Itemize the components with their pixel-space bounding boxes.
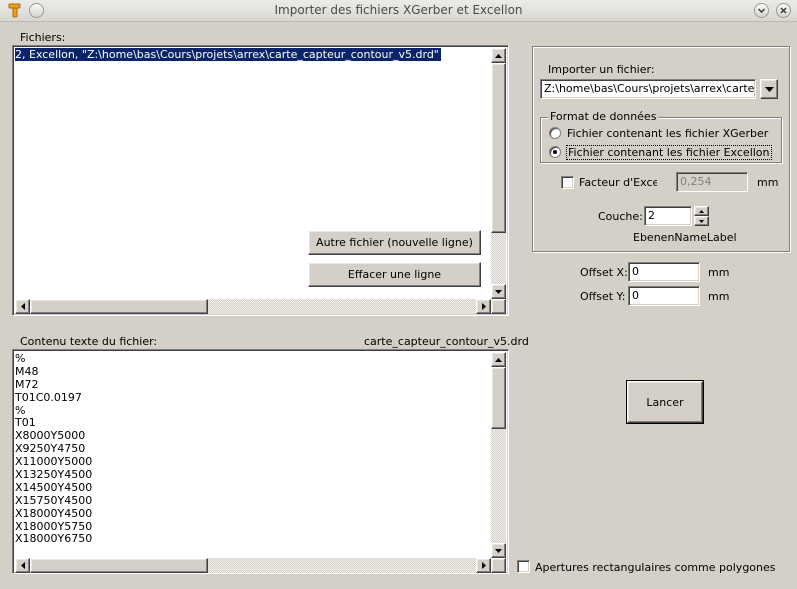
chevron-down-icon <box>758 8 765 13</box>
close-icon <box>780 7 787 14</box>
arrow-right-icon <box>481 562 486 569</box>
content-label: Contenu texte du fichier: <box>20 335 158 348</box>
file-content-line: M48 <box>15 364 39 378</box>
radio-excellon-label[interactable]: Fichier contenant les fichier Excellon <box>566 145 772 160</box>
excellon-factor-unit: mm <box>757 176 779 189</box>
file-content-line: X18000Y4500 <box>15 506 93 520</box>
radio-xgerber-label[interactable]: Fichier contenant les fichier XGerber <box>567 127 768 140</box>
radio-excellon[interactable] <box>549 146 561 158</box>
file-content-line: T01C0.0197 <box>15 390 82 404</box>
import-dropdown-button[interactable] <box>760 79 778 99</box>
files-scroll-corner <box>491 299 506 314</box>
radio-xgerber[interactable] <box>549 127 561 139</box>
rect-apertures-checkbox[interactable] <box>517 560 530 573</box>
minimize-button[interactable] <box>754 3 769 18</box>
triangle-down-icon <box>764 86 774 92</box>
arrow-down-icon <box>495 289 502 294</box>
arrow-down-icon <box>495 548 502 553</box>
window-title: Importer des fichiers XGerber et Excello… <box>274 3 523 17</box>
import-file-label: Importer un fichier: <box>548 63 655 76</box>
run-button[interactable]: Lancer <box>626 380 704 424</box>
offset-y-unit: mm <box>708 290 730 303</box>
file-content-line: M72 <box>15 377 39 391</box>
arrow-down-icon <box>699 219 704 223</box>
file-content-line: % <box>15 352 26 365</box>
file-content-line: X13250Y4500 <box>15 468 93 482</box>
files-scroll-left-button[interactable] <box>15 299 30 314</box>
files-hscroll-thumb[interactable] <box>30 299 208 314</box>
close-button[interactable] <box>776 3 791 18</box>
arrow-left-icon <box>20 562 25 569</box>
arrow-up-icon <box>699 209 704 213</box>
layer-increment-button[interactable] <box>694 206 709 216</box>
content-scroll-up-button[interactable] <box>491 352 506 367</box>
content-scroll-right-button[interactable] <box>476 558 491 573</box>
content-filename: carte_capteur_contour_v5.drd <box>364 335 529 348</box>
offset-x-field[interactable]: 0 <box>628 262 700 282</box>
offset-x-label: Offset X: <box>580 266 628 279</box>
files-label: Fichiers: <box>20 31 66 44</box>
delete-line-button[interactable]: Effacer une ligne <box>308 262 481 287</box>
layer-decrement-button[interactable] <box>694 216 709 226</box>
excellon-factor-field[interactable]: 0,254 <box>676 172 748 192</box>
import-path-field[interactable]: Z:\home\bas\Cours\projets\arrex\carte_ca… <box>540 79 756 99</box>
offset-x-unit: mm <box>708 266 730 279</box>
files-scroll-up-button[interactable] <box>491 48 506 63</box>
layer-name-label: EbenenNameLabel <box>633 231 737 244</box>
arrow-left-icon <box>20 303 25 310</box>
file-content-view[interactable]: % M48 M72 T01C0.0197% T01 X8000Y5000 X9250Y475… <box>12 349 509 574</box>
file-content-lines: % M48 M72 T01C0.0197% T01 X8000Y5000 X9250Y475… <box>15 352 93 546</box>
layer-label: Couche: <box>598 210 643 223</box>
content-scroll-corner <box>491 558 506 573</box>
excellon-factor-checkbox[interactable] <box>561 176 574 189</box>
arrow-up-icon <box>495 357 502 362</box>
offset-y-field[interactable]: 0 <box>628 286 700 306</box>
content-scroll-left-button[interactable] <box>15 558 30 573</box>
files-vscroll-thumb[interactable] <box>491 63 506 233</box>
arrow-right-icon <box>481 303 486 310</box>
files-list-row[interactable]: 2, Excellon, "Z:\home\bas\Cours\projets\… <box>15 48 441 61</box>
file-content-line: X15750Y4500 <box>15 493 93 507</box>
layer-spinbox[interactable]: 2 <box>644 206 692 226</box>
offset-y-label: Offset Y: <box>580 290 626 303</box>
title-bar[interactable]: Importer des fichiers XGerber et Excello… <box>0 0 797 22</box>
content-vscroll-thumb[interactable] <box>491 367 506 429</box>
add-file-button[interactable]: Autre fichier (nouvelle ligne) <box>308 230 481 255</box>
arrow-up-icon <box>495 53 502 58</box>
excellon-factor-label: Facteur d'Excellon <box>579 176 657 189</box>
files-scroll-right-button[interactable] <box>476 299 491 314</box>
file-content-line: X14500Y4500 <box>15 480 93 494</box>
data-format-label: Format de données <box>548 110 659 123</box>
file-content-line: X18000Y6750 <box>15 532 93 546</box>
rect-apertures-label: Apertures rectangulaires comme polygones <box>535 561 776 574</box>
content-scroll-down-button[interactable] <box>491 543 506 558</box>
content-hscroll-thumb[interactable] <box>30 558 208 573</box>
files-scroll-down-button[interactable] <box>491 284 506 299</box>
